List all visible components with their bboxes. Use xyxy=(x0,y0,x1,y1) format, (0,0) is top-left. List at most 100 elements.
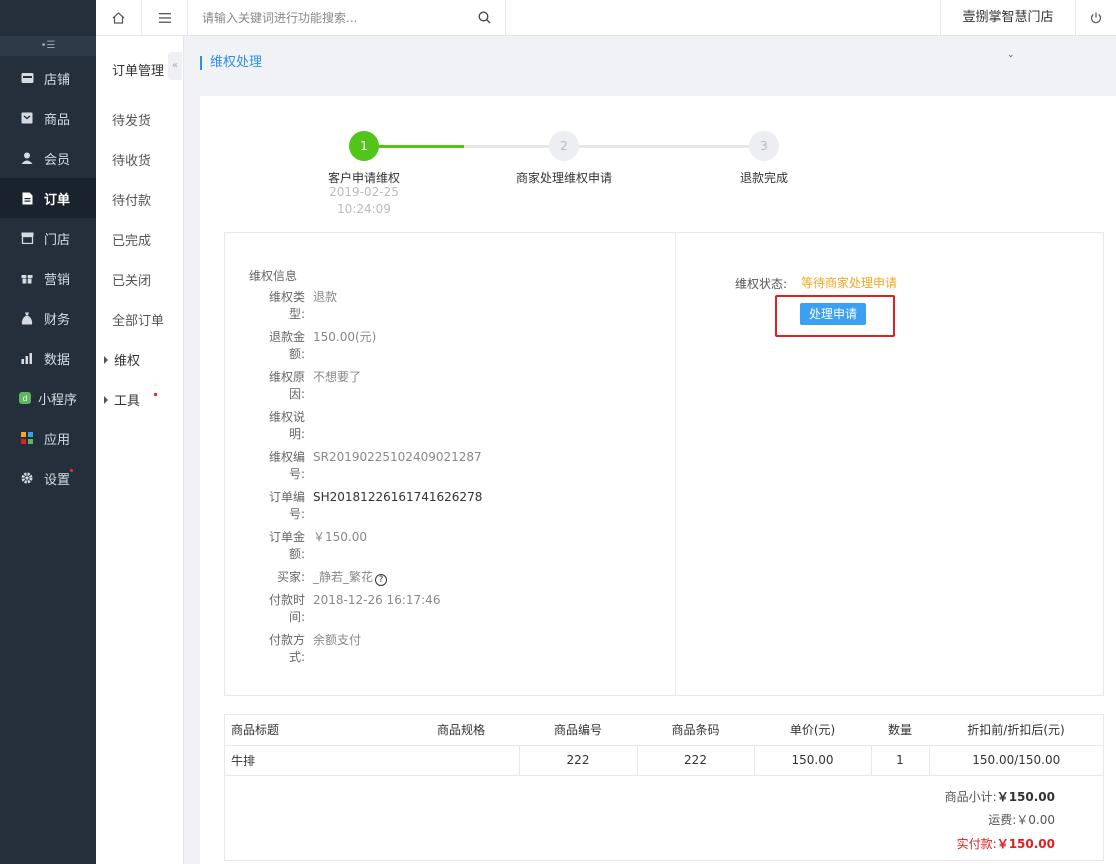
field-key-2: 间: xyxy=(288,610,305,624)
field-key-1: 维权说 xyxy=(268,410,305,424)
main-content: 1 2 3 客户申请维权 2019-02-25 10:24:09 商家处理维权申… xyxy=(200,96,1116,864)
shop-icon xyxy=(20,231,34,245)
subnav-item-all-orders[interactable]: 全部订单 xyxy=(112,310,164,329)
field-key-1: 订单金 xyxy=(268,530,305,544)
subnav-item-pending-receive[interactable]: 待收货 xyxy=(112,150,151,169)
field-value: 退款 xyxy=(313,290,338,304)
field-value: _静若_繁花? xyxy=(313,569,388,586)
field-key-1: 付款方 xyxy=(268,633,305,647)
collapse-subnav-button[interactable]: « xyxy=(168,52,182,80)
subtotal-label: 商品小计: xyxy=(944,789,997,804)
chevron-down-icon[interactable]: ⌄ xyxy=(1007,50,1015,60)
breadcrumb: 维权处理 xyxy=(200,56,262,70)
step-3-circle: 3 xyxy=(749,131,779,161)
step-3-label: 退款完成 xyxy=(739,171,788,185)
subtotal-value: ￥150.00 xyxy=(996,789,1055,804)
search-icon[interactable] xyxy=(478,11,491,24)
field-key-1: 买家: xyxy=(276,570,305,584)
power-icon xyxy=(1090,12,1102,24)
sidebar-item-label: 应用 xyxy=(44,432,71,448)
sidebar-item-goods[interactable]: 商品 xyxy=(0,98,96,138)
menu-collapse-icon[interactable]: •☰ xyxy=(0,36,96,56)
logout-button[interactable] xyxy=(1076,0,1116,36)
sidebar-item-member[interactable]: 会员 xyxy=(0,138,96,178)
field-key-2: 额: xyxy=(288,547,305,561)
caret-right-icon xyxy=(104,356,108,364)
column-header: 数量 xyxy=(871,715,929,746)
paid-value: ￥150.00 xyxy=(996,836,1055,851)
search-input[interactable] xyxy=(188,0,468,36)
field-key-1: 退款金 xyxy=(268,330,305,344)
sidebar-item-finance[interactable]: 财务 xyxy=(0,298,96,338)
subtotal-row: 商品小计:￥150.00 xyxy=(945,788,1055,805)
shipping-row: 运费:￥0.00 xyxy=(988,811,1055,828)
field-key-2: 号: xyxy=(288,467,305,481)
store-icon xyxy=(20,71,34,85)
field-key-2: 因: xyxy=(288,387,305,401)
step-1-time: 10:24:09 xyxy=(337,202,391,216)
subnav-item-pending-pay[interactable]: 待付款 xyxy=(112,190,151,209)
field-key-2: 型: xyxy=(288,307,305,321)
sidebar-item-settings[interactable]: 设置 xyxy=(0,458,96,498)
home-button[interactable] xyxy=(96,0,142,36)
field-key: 付款时间: xyxy=(265,592,305,626)
svg-text:d: d xyxy=(22,394,27,403)
sidebar-item-label: 数据 xyxy=(44,352,71,368)
shipping-value: ￥0.00 xyxy=(1016,812,1055,827)
sidebar-item-label: 商品 xyxy=(44,112,71,128)
subnav-item-pending-ship[interactable]: 待发货 xyxy=(112,110,151,129)
order-number-link[interactable]: SH20181226161741626278 xyxy=(313,489,482,506)
sidebar-item-label: 财务 xyxy=(44,312,71,328)
sidebar-item-label: 营销 xyxy=(44,272,71,288)
step-progress-line xyxy=(364,145,464,148)
subnav-group-rights[interactable]: 维权 xyxy=(104,350,140,369)
sidebar-item-miniprogram[interactable]: d 小程序 xyxy=(0,378,96,418)
goods-table: 商品标题 商品规格 商品编号 商品条码 单价(元) 数量 折扣前/折扣后(元) … xyxy=(224,714,1104,861)
subnav-group-tools[interactable]: 工具 xyxy=(104,390,157,409)
field-key-1: 订单编 xyxy=(268,490,305,504)
cell-discount-price: 150.00/150.00 xyxy=(929,745,1103,776)
field-value: 2018-12-26 16:17:46 xyxy=(313,593,441,607)
cell-product-title: 牛排 xyxy=(225,745,520,776)
subnav-item-completed[interactable]: 已完成 xyxy=(112,230,151,249)
caret-right-icon xyxy=(104,396,108,404)
field-value: ￥150.00 xyxy=(313,530,367,544)
cell-product-number: 222 xyxy=(519,745,638,776)
cell-product-barcode: 222 xyxy=(637,745,755,776)
field-value: 150.00(元) xyxy=(313,330,377,344)
logo-area xyxy=(0,0,96,36)
sidebar-item-store[interactable]: 店铺 xyxy=(0,58,96,98)
rights-info-panel: 维权信息 维权类 型: 退款 退款金 额: 150.00(元) 维权原 因: 不想要了… xyxy=(224,232,1104,696)
field-key: 维权编 号: xyxy=(265,449,305,483)
field-key-1: 维权原 xyxy=(268,370,305,384)
column-header: 商品编号 xyxy=(519,715,637,746)
step-1-date: 2019-02-25 xyxy=(329,185,399,199)
field-key-1: 付款时 xyxy=(268,593,305,607)
sub-sidebar: 订单管理 « 待发货 待收货 待付款 已完成 已关闭 全部订单 维权 工具 xyxy=(96,36,184,864)
sidebar-item-apps[interactable]: 应用 xyxy=(0,418,96,458)
paid-label: 实付款: xyxy=(956,836,997,851)
menu-button[interactable] xyxy=(142,0,188,36)
store-name[interactable]: 壹捌掌智慧门店 xyxy=(940,0,1076,36)
sidebar-item-marketing[interactable]: 营销 xyxy=(0,258,96,298)
sidebar-item-data[interactable]: 数据 xyxy=(0,338,96,378)
table-header-row: 商品标题 商品规格 商品编号 商品条码 单价(元) 数量 折扣前/折扣后(元) xyxy=(225,715,1103,746)
sidebar-item-shop[interactable]: 门店 xyxy=(0,218,96,258)
subnav-item-closed[interactable]: 已关闭 xyxy=(112,270,151,289)
field-key: 付款方 式: xyxy=(265,632,305,666)
column-header: 折扣前/折扣后(元) xyxy=(929,715,1103,746)
step-2-circle: 2 xyxy=(549,131,579,161)
notification-dot xyxy=(70,469,73,472)
gift-icon xyxy=(20,271,34,285)
field-key: 退款金额: xyxy=(265,329,305,363)
help-icon[interactable]: ? xyxy=(375,574,388,586)
column-header: 单价(元) xyxy=(754,715,871,746)
column-header: 商品条码 xyxy=(637,715,754,746)
sidebar-item-label: 订单 xyxy=(44,192,71,208)
step-1-circle: 1 xyxy=(349,131,379,161)
field-key-2: 额: xyxy=(288,347,305,361)
process-request-button[interactable]: 处理申请 xyxy=(800,303,866,325)
field-key-2: 明: xyxy=(288,427,305,441)
sidebar-item-order[interactable]: 订单 xyxy=(0,178,96,218)
goods-icon xyxy=(20,111,34,125)
